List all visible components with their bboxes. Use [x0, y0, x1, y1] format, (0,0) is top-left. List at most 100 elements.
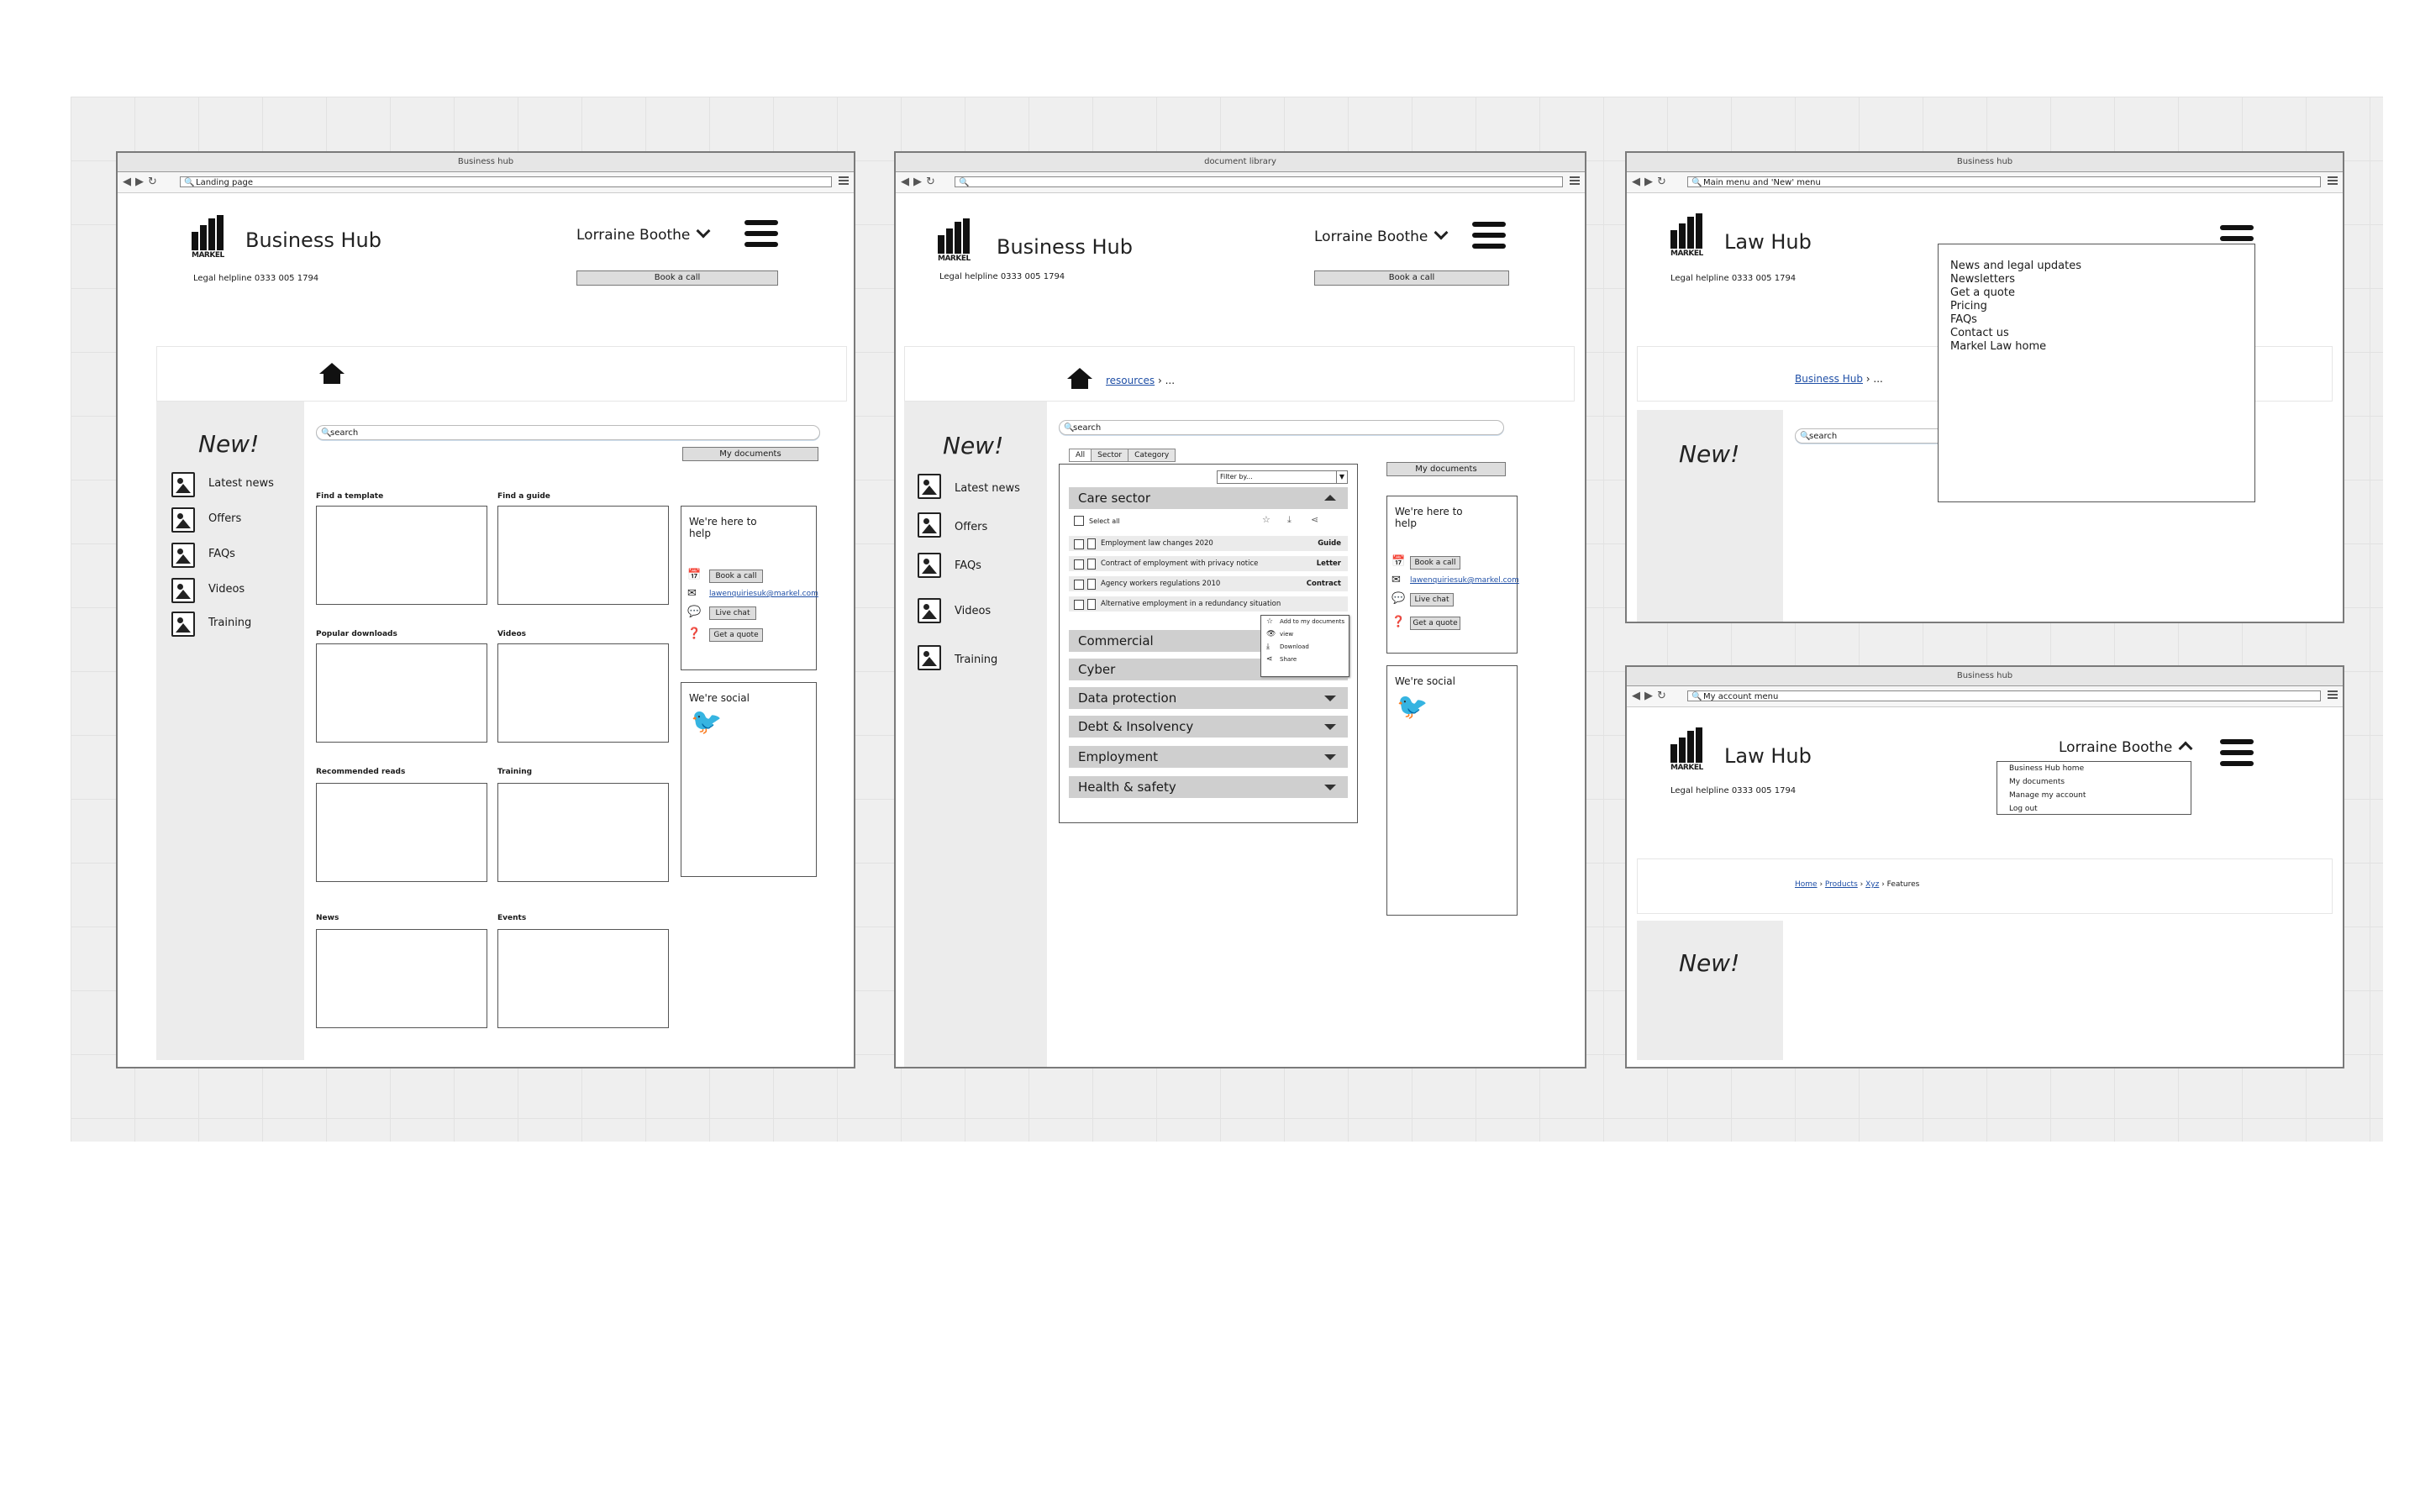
address-field[interactable]: 🔍 Main menu and 'New' menu: [1687, 176, 2321, 187]
book-a-call-button[interactable]: Book a call: [576, 270, 778, 286]
live-chat-button[interactable]: Live chat: [1410, 593, 1454, 606]
download-icon[interactable]: ⤓: [1287, 514, 1292, 526]
tab-category[interactable]: Category: [1128, 449, 1176, 462]
breadcrumb-link-home[interactable]: Home: [1795, 880, 1818, 889]
browser-menu-icon[interactable]: [2328, 176, 2338, 185]
account-item-manage-account[interactable]: Manage my account: [1997, 789, 2191, 802]
row-checkbox[interactable]: [1074, 600, 1084, 610]
category-employment[interactable]: Employment: [1069, 746, 1348, 768]
markel-logo[interactable]: MARKEL: [192, 215, 229, 260]
browser-nav-icons[interactable]: ◀▶↻: [1632, 690, 1670, 702]
star-icon[interactable]: ☆: [1262, 514, 1270, 525]
context-item-download[interactable]: ⤓ Download: [1261, 641, 1349, 654]
category-health-safety[interactable]: Health & safety: [1069, 776, 1348, 798]
hamburger-menu-icon[interactable]: [1472, 222, 1506, 254]
breadcrumb-link-products[interactable]: Products: [1825, 880, 1858, 889]
browser-nav-icons[interactable]: ◀▶↻: [123, 176, 161, 188]
live-chat-button[interactable]: Live chat: [709, 606, 756, 620]
get-a-quote-button[interactable]: Get a quote: [1410, 617, 1460, 630]
menu-item-markel-law-home[interactable]: Markel Law home: [1950, 340, 2254, 354]
sidebar-item-latest-news[interactable]: Latest news: [955, 482, 1020, 495]
events-tile[interactable]: [497, 929, 669, 1028]
address-field[interactable]: 🔍: [955, 176, 1563, 187]
sidebar-item-faqs[interactable]: FAQs: [208, 548, 235, 560]
home-icon[interactable]: [319, 363, 345, 384]
help-book-call-button[interactable]: Book a call: [1410, 556, 1460, 570]
context-item-view[interactable]: 👁 view: [1261, 628, 1349, 641]
twitter-icon[interactable]: 🐦: [691, 707, 722, 737]
address-field[interactable]: 🔍 My account menu: [1687, 690, 2321, 701]
care-sector-accordion[interactable]: Care sector: [1069, 487, 1348, 509]
document-row[interactable]: Contract of employment with privacy noti…: [1069, 556, 1348, 571]
menu-item-contact-us[interactable]: Contact us: [1950, 327, 2254, 340]
select-all-checkbox[interactable]: [1074, 516, 1084, 526]
browser-nav-icons[interactable]: ◀▶↻: [1632, 176, 1670, 188]
sidebar-item-training[interactable]: Training: [208, 617, 251, 629]
account-item-log-out[interactable]: Log out: [1997, 802, 2191, 816]
hamburger-menu-icon[interactable]: [744, 220, 778, 252]
markel-logo[interactable]: MARKEL: [938, 218, 975, 263]
menu-item-news[interactable]: News and legal updates: [1950, 260, 2254, 273]
menu-item-faqs[interactable]: FAQs: [1950, 313, 2254, 327]
user-menu-toggle[interactable]: Lorraine Boothe: [2059, 739, 2193, 756]
browser-nav-icons[interactable]: ◀▶↻: [901, 176, 939, 188]
document-row[interactable]: Alternative employment in a redundancy s…: [1069, 596, 1348, 612]
breadcrumb-link-resources[interactable]: resources: [1106, 375, 1155, 386]
sidebar-item-offers[interactable]: Offers: [955, 521, 987, 533]
training-tile[interactable]: [497, 783, 669, 882]
twitter-icon[interactable]: 🐦: [1397, 692, 1428, 722]
book-a-call-button[interactable]: Book a call: [1314, 270, 1509, 286]
news-tile[interactable]: [316, 929, 487, 1028]
filter-select[interactable]: Filter by... ▼: [1217, 470, 1348, 484]
tab-all[interactable]: All: [1069, 449, 1092, 462]
context-item-share[interactable]: ⋖ Share: [1261, 654, 1349, 666]
popular-downloads-tile[interactable]: [316, 643, 487, 743]
help-book-call-button[interactable]: Book a call: [709, 570, 763, 583]
address-field[interactable]: 🔍 Landing page: [180, 176, 832, 187]
row-checkbox[interactable]: [1074, 559, 1084, 570]
row-checkbox[interactable]: [1074, 580, 1084, 590]
sidebar-item-latest-news[interactable]: Latest news: [208, 477, 274, 490]
share-icon[interactable]: ⋖: [1311, 514, 1318, 525]
tab-sector[interactable]: Sector: [1091, 449, 1129, 462]
document-row[interactable]: Employment law changes 2020 Guide: [1069, 536, 1348, 551]
user-menu-toggle[interactable]: Lorraine Boothe: [1314, 225, 1449, 245]
user-menu-toggle[interactable]: Lorraine Boothe: [576, 223, 711, 244]
browser-menu-icon[interactable]: [2328, 690, 2338, 699]
menu-item-newsletters[interactable]: Newsletters: [1950, 273, 2254, 286]
sidebar-item-offers[interactable]: Offers: [208, 512, 241, 525]
find-a-guide-tile[interactable]: [497, 506, 669, 605]
markel-logo[interactable]: MARKEL: [1670, 727, 1707, 772]
get-a-quote-button[interactable]: Get a quote: [709, 628, 763, 642]
context-item-add[interactable]: ☆ Add to my documents: [1261, 616, 1349, 628]
breadcrumb-link-xyz[interactable]: Xyz: [1865, 880, 1879, 889]
breadcrumb-link-business-hub[interactable]: Business Hub: [1795, 373, 1863, 385]
row-checkbox[interactable]: [1074, 539, 1084, 549]
home-icon[interactable]: [1067, 368, 1092, 389]
sidebar-item-training[interactable]: Training: [955, 654, 997, 666]
search-input[interactable]: 🔍 search: [316, 425, 820, 440]
videos-tile[interactable]: [497, 643, 669, 743]
category-data-protection[interactable]: Data protection: [1069, 687, 1348, 709]
sidebar-item-videos[interactable]: Videos: [208, 583, 245, 596]
help-email-link[interactable]: lawenquiriesuk@markel.com: [709, 590, 818, 598]
markel-logo[interactable]: MARKEL: [1670, 213, 1707, 258]
help-email-link[interactable]: lawenquiriesuk@markel.com: [1410, 576, 1519, 585]
my-documents-button[interactable]: My documents: [682, 447, 818, 461]
sidebar-item-videos[interactable]: Videos: [955, 605, 991, 617]
document-row[interactable]: Agency workers regulations 2010 Contract: [1069, 576, 1348, 591]
hamburger-menu-icon[interactable]: [2220, 739, 2254, 771]
category-debt-insolvency[interactable]: Debt & Insolvency: [1069, 716, 1348, 738]
menu-item-pricing[interactable]: Pricing: [1950, 300, 2254, 313]
address-bar-row: ◀▶↻ 🔍 Main menu and 'New' menu: [1627, 172, 2343, 193]
find-a-template-tile[interactable]: [316, 506, 487, 605]
browser-menu-icon[interactable]: [1570, 176, 1580, 185]
browser-menu-icon[interactable]: [839, 176, 849, 185]
sidebar-item-faqs[interactable]: FAQs: [955, 559, 981, 572]
menu-item-get-a-quote[interactable]: Get a quote: [1950, 286, 2254, 300]
account-item-my-documents[interactable]: My documents: [1997, 775, 2191, 789]
my-documents-button[interactable]: My documents: [1386, 462, 1506, 476]
recommended-reads-tile[interactable]: [316, 783, 487, 882]
account-item-business-hub-home[interactable]: Business Hub home: [1997, 762, 2191, 775]
search-input[interactable]: 🔍 search: [1059, 420, 1504, 435]
